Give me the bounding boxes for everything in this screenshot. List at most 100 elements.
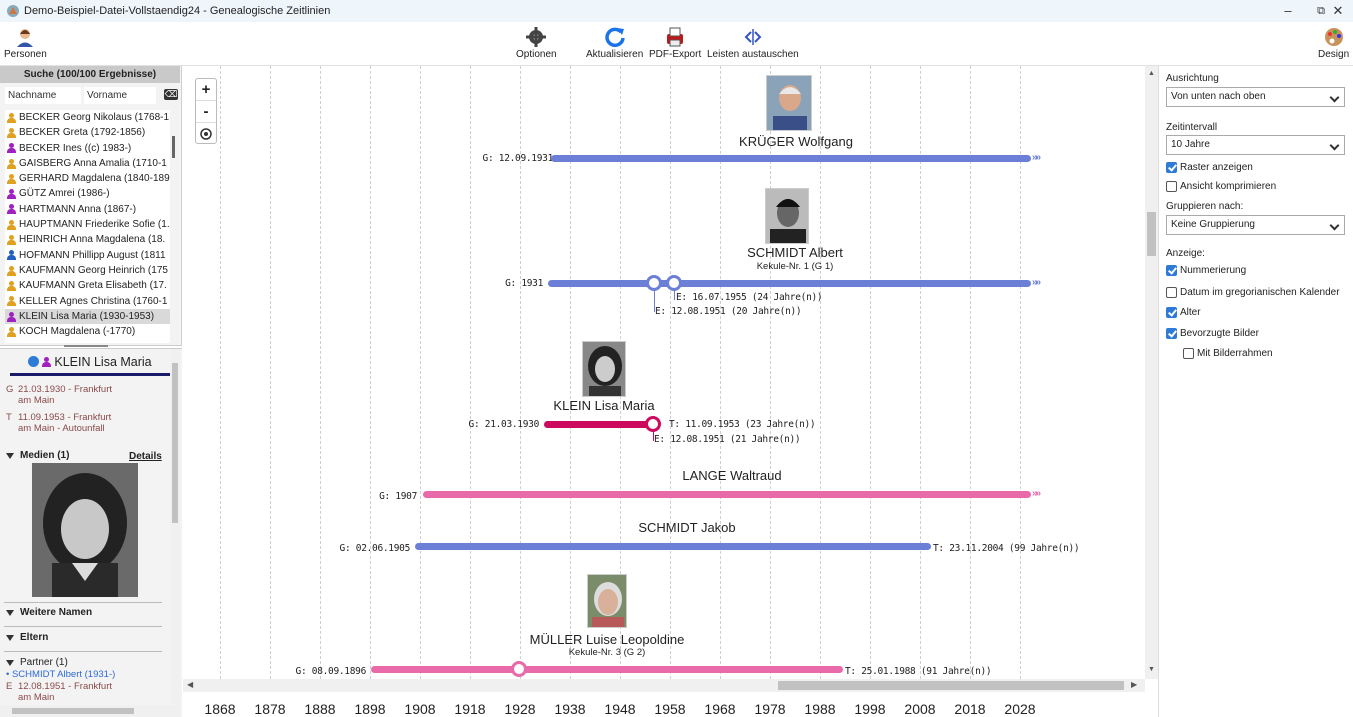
lifebar-schmidt-albert[interactable] xyxy=(548,280,1031,287)
list-item[interactable]: GÜTZ Amrei (1986-) xyxy=(5,186,170,201)
year-tick-label: 1998 xyxy=(854,701,886,717)
scrollbar-thumb[interactable] xyxy=(172,136,175,158)
death-event: T 11.09.1953 - Frankfurt am Main - Autounf… xyxy=(6,412,112,434)
compress-checkbox[interactable]: Ansicht komprimieren xyxy=(1166,181,1276,192)
death-marker[interactable] xyxy=(645,416,661,432)
preferred-images-checkbox[interactable]: Bevorzugte Bilder xyxy=(1166,328,1259,339)
year-tick-label: 1948 xyxy=(604,701,636,717)
lifebar-schmidt-jakob[interactable] xyxy=(415,543,931,550)
frame-checkbox[interactable]: Mit Bilderrahmen xyxy=(1183,348,1273,359)
list-item-label: KOCH Magdalena (-1770) xyxy=(19,326,136,338)
marriage-marker[interactable] xyxy=(646,275,662,291)
design-button[interactable]: Design xyxy=(1318,26,1349,60)
scroll-up-icon[interactable]: ▲ xyxy=(1148,70,1155,77)
options-label: Optionen xyxy=(516,49,557,60)
timeline-canvas[interactable]: + - KRÜGER Wolfgang G: 12.09.1931 »» SCH… xyxy=(183,66,1145,679)
verified-icon xyxy=(28,356,40,367)
gregorian-checkbox[interactable]: Datum im gregorianischen Kalender xyxy=(1166,287,1340,298)
lifebar-klein-lisa[interactable] xyxy=(544,421,656,428)
media-photo[interactable] xyxy=(32,463,138,597)
close-button[interactable]: ✕ xyxy=(1323,2,1353,20)
pdf-export-button[interactable]: PDF-Export xyxy=(649,26,701,60)
year-tick-label: 1888 xyxy=(304,701,336,717)
lastname-input[interactable]: Nachname xyxy=(5,87,81,104)
birth-label-mueller-luise: G: 08.09.1896 xyxy=(295,666,367,677)
list-item[interactable]: HARTMANN Anna (1867-) xyxy=(5,202,170,217)
list-item[interactable]: KAUFMANN Greta Elisabeth (17. xyxy=(5,278,170,293)
checkbox-checked-icon xyxy=(1166,265,1177,276)
triangle-down-icon xyxy=(6,452,14,459)
parents-section-toggle[interactable]: Eltern xyxy=(4,632,162,643)
detail-scrollbar[interactable] xyxy=(170,349,180,704)
marriage-marker[interactable] xyxy=(666,275,682,291)
photo-schmidt-albert[interactable] xyxy=(765,188,809,244)
list-item[interactable]: KOCH Magdalena (-1770) xyxy=(5,324,170,339)
scroll-right-icon[interactable]: ▶ xyxy=(1131,680,1137,689)
options-button[interactable]: Optionen xyxy=(516,26,557,60)
photo-krueger[interactable] xyxy=(766,75,812,131)
details-link[interactable]: Details xyxy=(129,451,162,462)
list-item[interactable]: HAUPTMANN Friederike Sofie (1. xyxy=(5,217,170,232)
marriage-marker[interactable] xyxy=(511,661,527,677)
lifebar-krueger[interactable] xyxy=(551,155,1031,162)
firstname-input[interactable]: Vorname xyxy=(84,87,156,104)
person-list-scrollbar[interactable] xyxy=(170,110,178,343)
list-item[interactable]: BECKER Ines ((c) 1983-) xyxy=(5,141,170,156)
scroll-left-icon[interactable]: ◀ xyxy=(187,680,193,689)
timeline-vscrollbar[interactable]: ▲ ▼ xyxy=(1145,66,1158,679)
person-icon xyxy=(7,296,16,307)
lifebar-lange[interactable] xyxy=(423,491,1031,498)
refresh-button[interactable]: Aktualisieren xyxy=(586,26,643,60)
list-item[interactable]: GERHARD Magdalena (1840-189 xyxy=(5,171,170,186)
marriage-label: E: 12.08.1951 (20 Jahre(n)) xyxy=(655,306,802,317)
partner-link[interactable]: • SCHMIDT Albert (1931-) xyxy=(6,669,115,680)
detail-hscrollbar[interactable] xyxy=(0,705,180,717)
partner-section-toggle[interactable]: Partner (1) xyxy=(4,657,162,668)
persons-label: Personen xyxy=(4,49,47,60)
zoom-in-button[interactable]: + xyxy=(196,79,216,101)
checkbox-icon xyxy=(1166,287,1177,298)
list-item-label: GERHARD Magdalena (1840-189 xyxy=(19,173,170,185)
timeline-hscrollbar[interactable]: ◀ ▶ xyxy=(183,679,1145,692)
photo-mueller-luise[interactable] xyxy=(587,574,627,628)
names-section-toggle[interactable]: Weitere Namen xyxy=(4,607,162,618)
scrollbar-thumb[interactable] xyxy=(1147,212,1156,256)
list-item[interactable]: KELLER Agnes Christina (1760-1 xyxy=(5,294,170,309)
zoom-out-button[interactable]: - xyxy=(196,101,216,123)
person-icon xyxy=(7,311,16,322)
persons-button[interactable]: Personen xyxy=(4,26,47,60)
list-item[interactable]: HEINRICH Anna Magdalena (18. xyxy=(5,232,170,247)
grid-checkbox[interactable]: Raster anzeigen xyxy=(1166,162,1253,173)
photo-klein-lisa[interactable] xyxy=(582,341,626,397)
list-item[interactable]: KLEIN Lisa Maria (1930-1953) xyxy=(5,308,170,325)
orientation-select[interactable]: Von unten nach oben xyxy=(1166,87,1345,107)
swap-bars-button[interactable]: Leisten austauschen xyxy=(707,26,799,60)
interval-select[interactable]: 10 Jahre xyxy=(1166,135,1345,155)
list-item-label: KLEIN Lisa Maria (1930-1953) xyxy=(19,310,155,322)
list-item[interactable]: GAISBERG Anna Amalia (1710-1 xyxy=(5,156,170,171)
continues-arrow-icon: »» xyxy=(1032,277,1041,288)
scroll-down-icon[interactable]: ▼ xyxy=(1148,666,1155,673)
numbering-checkbox[interactable]: Nummerierung xyxy=(1166,265,1246,276)
list-item[interactable]: KAUFMANN Georg Heinrich (175 xyxy=(5,263,170,278)
checkbox-icon xyxy=(1183,348,1194,359)
lifebar-mueller-luise[interactable] xyxy=(371,666,843,673)
pdf-icon xyxy=(667,27,684,47)
triangle-down-icon xyxy=(6,634,14,641)
person-name-mueller-luise: MÜLLER Luise Leopoldine xyxy=(529,632,685,647)
gear-icon xyxy=(526,27,547,47)
group-select[interactable]: Keine Gruppierung xyxy=(1166,215,1345,235)
person-list[interactable]: BECKER Georg Nikolaus (1768-1 BECKER Gret… xyxy=(5,110,170,343)
age-checkbox[interactable]: Alter xyxy=(1166,307,1201,318)
checkbox-icon xyxy=(1166,181,1177,192)
grid-line xyxy=(370,66,371,679)
list-item[interactable]: BECKER Greta (1792-1856) xyxy=(5,125,170,140)
list-item[interactable]: HOFMANN Phillipp August (1811 xyxy=(5,248,170,263)
list-item[interactable]: BECKER Georg Nikolaus (1768-1 xyxy=(5,110,170,125)
splitter-grip[interactable] xyxy=(64,345,108,347)
center-icon[interactable] xyxy=(196,123,216,145)
scrollbar-thumb[interactable] xyxy=(778,681,1124,690)
clear-search-icon[interactable]: ⌫ xyxy=(164,89,178,100)
minimize-button[interactable]: – xyxy=(1273,2,1303,20)
person-icon xyxy=(7,127,16,138)
